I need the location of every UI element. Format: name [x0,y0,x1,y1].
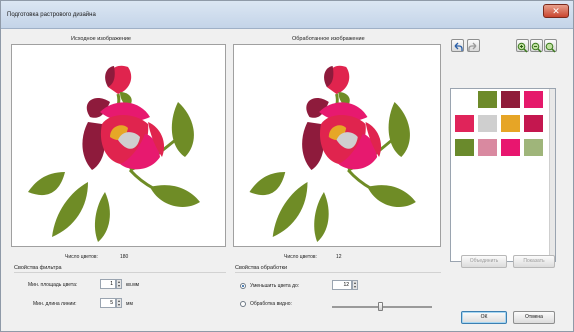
filter-group-label: Свойства фильтра [14,265,62,271]
processed-image-title: Обработанное изображение [292,36,365,42]
dialog-window: Подготовка растрового дизайна ✕ Исходное… [0,0,574,332]
zoom-in-icon [517,42,528,53]
close-icon: ✕ [552,6,560,16]
undo-button[interactable] [451,39,464,52]
processing-group-label: Свойства обработки [235,265,288,271]
merge-button[interactable]: Объединить [461,255,507,268]
processed-flower-image [249,65,416,242]
processed-image-panel[interactable] [233,44,441,247]
palette-swatch[interactable] [478,139,497,156]
visual-processing-slider-thumb[interactable] [378,302,383,311]
original-flower-image [28,65,200,242]
filter-divider [14,272,226,273]
dialog-client: Исходное изображение Число цветов: 180 О… [6,30,570,329]
reduce-colors-stepper[interactable]: ▴ ▾ [352,280,358,290]
color-palette-list[interactable] [450,88,556,262]
palette-swatch[interactable] [455,115,474,132]
min-line-stepper[interactable]: ▴ ▾ [116,298,122,308]
palette-swatch[interactable] [455,139,474,156]
min-line-unit: мм [126,301,133,307]
zoom-out-icon [531,42,542,53]
cancel-button[interactable]: Отмена [513,311,555,324]
reduce-colors-input[interactable]: 12 [332,280,352,290]
window-title: Подготовка растрового дизайна [7,12,96,18]
palette-swatch[interactable] [501,139,520,156]
zoom-out-button[interactable] [530,39,543,53]
show-button[interactable]: Показать [513,255,555,268]
min-area-input[interactable]: 1 [100,279,116,289]
visual-processing-radio[interactable] [240,301,246,307]
palette-swatch[interactable] [478,115,497,132]
palette-swatch[interactable] [478,91,497,108]
processed-colors-label: Число цветов: [284,254,317,260]
min-area-unit: кв.мм [126,282,140,288]
min-area-stepper[interactable]: ▴ ▾ [116,279,122,289]
redo-icon [468,42,477,51]
palette-swatch[interactable] [501,91,520,108]
ok-button[interactable]: ОК [461,311,507,324]
reduce-colors-label: Уменьшить цвета до: [250,283,300,289]
title-bar: Подготовка растрового дизайна ✕ [1,1,573,29]
redo-button[interactable] [467,39,480,52]
zoom-in-button[interactable] [516,39,529,53]
original-colors-label: Число цветов: [65,254,98,260]
original-image-panel[interactable] [11,44,226,247]
original-image-title: Исходное изображение [71,36,131,42]
zoom-fit-icon [545,42,556,53]
reduce-colors-radio[interactable] [240,283,246,289]
palette-swatch[interactable] [524,91,543,108]
zoom-fit-button[interactable] [544,39,557,53]
close-button[interactable]: ✕ [543,4,569,18]
palette-scrollbar[interactable] [549,89,555,261]
visual-processing-label: Обработка видно: [250,301,292,307]
processed-colors-value: 12 [336,254,342,260]
min-line-label: Мин. длина линии: [33,301,77,307]
processing-divider [235,272,441,273]
min-area-label: Мин. площадь цвета: [28,282,78,288]
palette-swatch[interactable] [524,139,543,156]
undo-icon [454,42,463,51]
original-colors-value: 180 [120,254,129,260]
palette-swatch[interactable] [524,115,543,132]
min-line-input[interactable]: 5 [100,298,116,308]
palette-swatch[interactable] [501,115,520,132]
